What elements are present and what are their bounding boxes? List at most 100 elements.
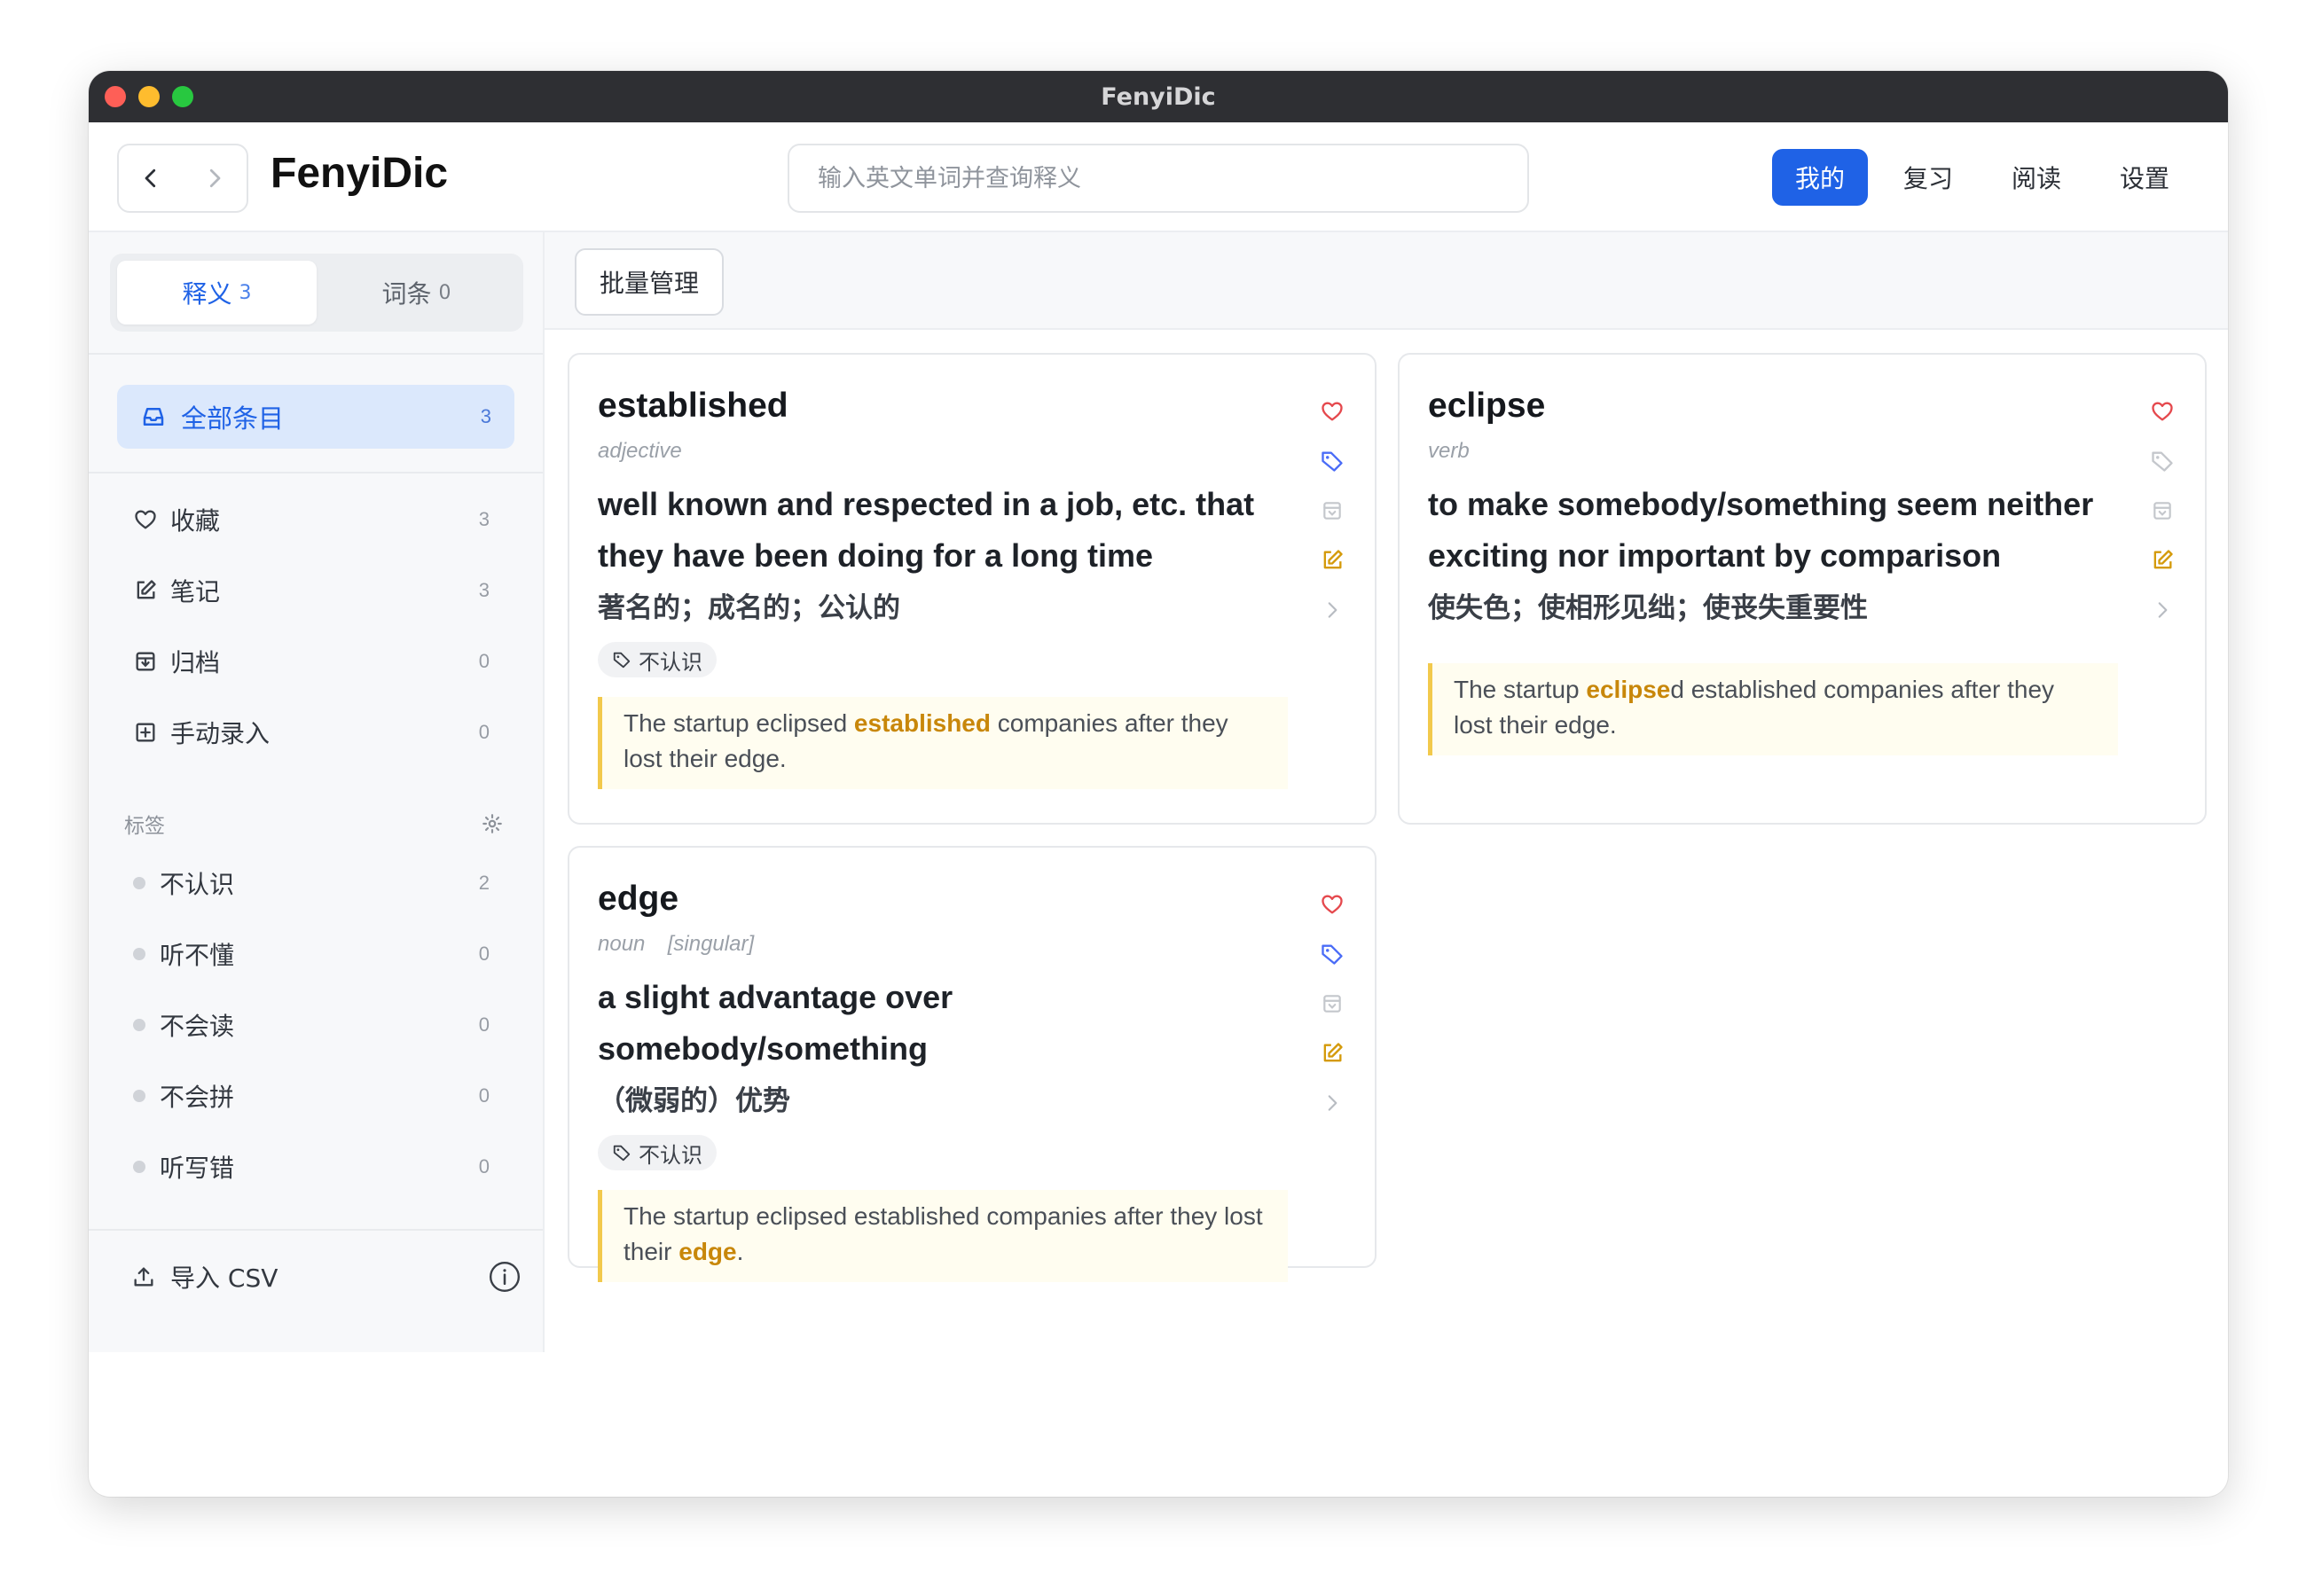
definition-card[interactable]: eclipse verb to make somebody/something … bbox=[1398, 353, 2207, 825]
card-example: The startup eclipsed established compani… bbox=[1428, 663, 2118, 755]
tag-icon bbox=[613, 1145, 631, 1162]
sidebar-item-count: 3 bbox=[478, 579, 490, 601]
nav-read[interactable]: 阅读 bbox=[1988, 149, 2084, 206]
example-text: The startup eclipsed bbox=[624, 709, 854, 737]
card-word: edge bbox=[598, 880, 679, 918]
tag-button[interactable] bbox=[1316, 929, 1348, 979]
favorite-button[interactable] bbox=[1316, 880, 1348, 929]
heart-icon bbox=[1322, 402, 1343, 421]
card-actions bbox=[1316, 387, 1348, 635]
sidebar-item-all[interactable]: 全部条目 3 bbox=[117, 385, 514, 449]
card-definition: a slight advantage over somebody/somethi… bbox=[598, 979, 953, 1067]
tag-label: 不会拼 bbox=[160, 1083, 235, 1112]
tag-label: 不会读 bbox=[160, 1012, 235, 1041]
tag-button[interactable] bbox=[1316, 436, 1348, 486]
archive-button[interactable] bbox=[1316, 979, 1348, 1029]
favorite-button[interactable] bbox=[2146, 387, 2178, 436]
sidebar-item-label: 收藏 bbox=[170, 506, 221, 536]
nav-settings[interactable]: 设置 bbox=[2097, 149, 2192, 206]
note-button[interactable] bbox=[1316, 536, 1348, 585]
archive-icon bbox=[2153, 502, 2171, 520]
tag-item-cant-spell[interactable]: 不会拼 0 bbox=[117, 1060, 514, 1131]
tag-label: 听写错 bbox=[160, 1154, 235, 1183]
divider bbox=[89, 472, 543, 473]
nav-review[interactable]: 复习 bbox=[1880, 149, 1976, 206]
top-nav: 我的 复习 阅读 设置 bbox=[1771, 149, 2192, 206]
sidebar-item-archive[interactable]: 归档 0 bbox=[117, 626, 514, 697]
example-text: . bbox=[736, 1238, 744, 1265]
card-word: established bbox=[598, 387, 788, 425]
card-definition: well known and respected in a job, etc. … bbox=[598, 486, 1255, 574]
zoom-window-button[interactable] bbox=[172, 86, 193, 107]
card-pos: verb bbox=[1428, 439, 1470, 463]
tag-button[interactable] bbox=[2146, 436, 2178, 486]
tag-label: 听不懂 bbox=[160, 941, 235, 970]
note-button[interactable] bbox=[1316, 1029, 1348, 1078]
card-example: The startup eclipsed established compani… bbox=[598, 697, 1288, 789]
open-detail-button[interactable] bbox=[1316, 1078, 1348, 1128]
card-word: eclipse bbox=[1428, 387, 1546, 425]
tag-dot bbox=[133, 877, 145, 889]
card-pos: noun [singular] bbox=[598, 932, 755, 956]
tag-item-cant-read[interactable]: 不会读 0 bbox=[117, 990, 514, 1060]
tag-dot bbox=[133, 1090, 145, 1102]
app-window: FenyiDic FenyiDic 我的 复习 阅读 设置 释义 3 词条 bbox=[89, 71, 2228, 1497]
forward-button[interactable] bbox=[183, 145, 247, 211]
card-translation: 使失色；使相形见绌；使丧失重要性 bbox=[1428, 592, 1868, 624]
definition-card[interactable]: established adjective well known and res… bbox=[568, 353, 1377, 825]
archive-icon bbox=[1323, 995, 1341, 1013]
nav-mine[interactable]: 我的 bbox=[1771, 149, 1868, 206]
window-title: FenyiDic bbox=[1101, 82, 1216, 111]
tags-title: 标签 bbox=[124, 815, 165, 838]
tag-dot bbox=[133, 1161, 145, 1173]
card-pos: adjective bbox=[598, 439, 682, 463]
heart-icon bbox=[135, 510, 156, 529]
definition-card[interactable]: edge noun [singular] a slight advantage … bbox=[568, 846, 1377, 1282]
minimize-window-button[interactable] bbox=[138, 86, 160, 107]
archive-button[interactable] bbox=[2146, 486, 2178, 536]
card-translation: （微弱的）优势 bbox=[598, 1085, 790, 1117]
sidebar-item-label: 全部条目 bbox=[181, 403, 285, 434]
info-icon[interactable] bbox=[488, 1260, 522, 1294]
open-detail-button[interactable] bbox=[1316, 585, 1348, 635]
tag-item-dictation-error[interactable]: 听写错 0 bbox=[117, 1131, 514, 1202]
segment-definitions[interactable]: 释义 3 bbox=[117, 261, 317, 325]
note-button[interactable] bbox=[2146, 536, 2178, 585]
segment-label: 释义 bbox=[182, 279, 232, 309]
open-detail-button[interactable] bbox=[2146, 585, 2178, 635]
example-highlight: edge bbox=[678, 1238, 737, 1265]
tag-dot bbox=[133, 1019, 145, 1031]
sidebar-item-count: 0 bbox=[478, 721, 490, 743]
gear-icon[interactable] bbox=[481, 812, 504, 835]
sidebar-menu: 收藏 3 笔记 3 归档 0 手动录入 0 bbox=[117, 484, 514, 768]
tags-header: 标签 bbox=[124, 809, 504, 839]
import-csv-button[interactable]: 导入 CSV bbox=[170, 1259, 488, 1295]
archive-button[interactable] bbox=[1316, 486, 1348, 536]
close-window-button[interactable] bbox=[105, 86, 126, 107]
search-input[interactable] bbox=[788, 144, 1529, 213]
sidebar-item-favorites[interactable]: 收藏 3 bbox=[117, 484, 514, 555]
upload-icon[interactable] bbox=[131, 1264, 156, 1289]
tag-item-unknown[interactable]: 不认识 2 bbox=[117, 848, 514, 919]
archive-icon bbox=[136, 652, 155, 671]
card-tag-label: 不认识 bbox=[639, 649, 702, 675]
segment-entries[interactable]: 词条 0 bbox=[317, 261, 516, 325]
chevron-right-icon bbox=[1328, 602, 1337, 618]
card-tag-chip[interactable]: 不认识 bbox=[598, 642, 717, 677]
batch-manage-button[interactable]: 批量管理 bbox=[575, 248, 725, 316]
card-tag-chip[interactable]: 不认识 bbox=[598, 1135, 717, 1170]
plus-square-icon bbox=[136, 723, 155, 742]
tag-icon bbox=[1322, 451, 1343, 472]
heart-icon bbox=[2152, 402, 2173, 421]
card-actions bbox=[1316, 880, 1348, 1128]
back-button[interactable] bbox=[119, 145, 183, 211]
chevron-left-icon bbox=[145, 168, 156, 188]
tag-icon bbox=[613, 652, 631, 669]
favorite-button[interactable] bbox=[1316, 387, 1348, 436]
view-segment: 释义 3 词条 0 bbox=[110, 254, 523, 332]
sidebar-item-manual-entry[interactable]: 手动录入 0 bbox=[117, 697, 514, 768]
sidebar-item-notes[interactable]: 笔记 3 bbox=[117, 555, 514, 626]
sidebar-item-label: 笔记 bbox=[170, 577, 221, 606]
segment-label: 词条 bbox=[381, 279, 432, 309]
tag-item-cant-hear[interactable]: 听不懂 0 bbox=[117, 919, 514, 990]
